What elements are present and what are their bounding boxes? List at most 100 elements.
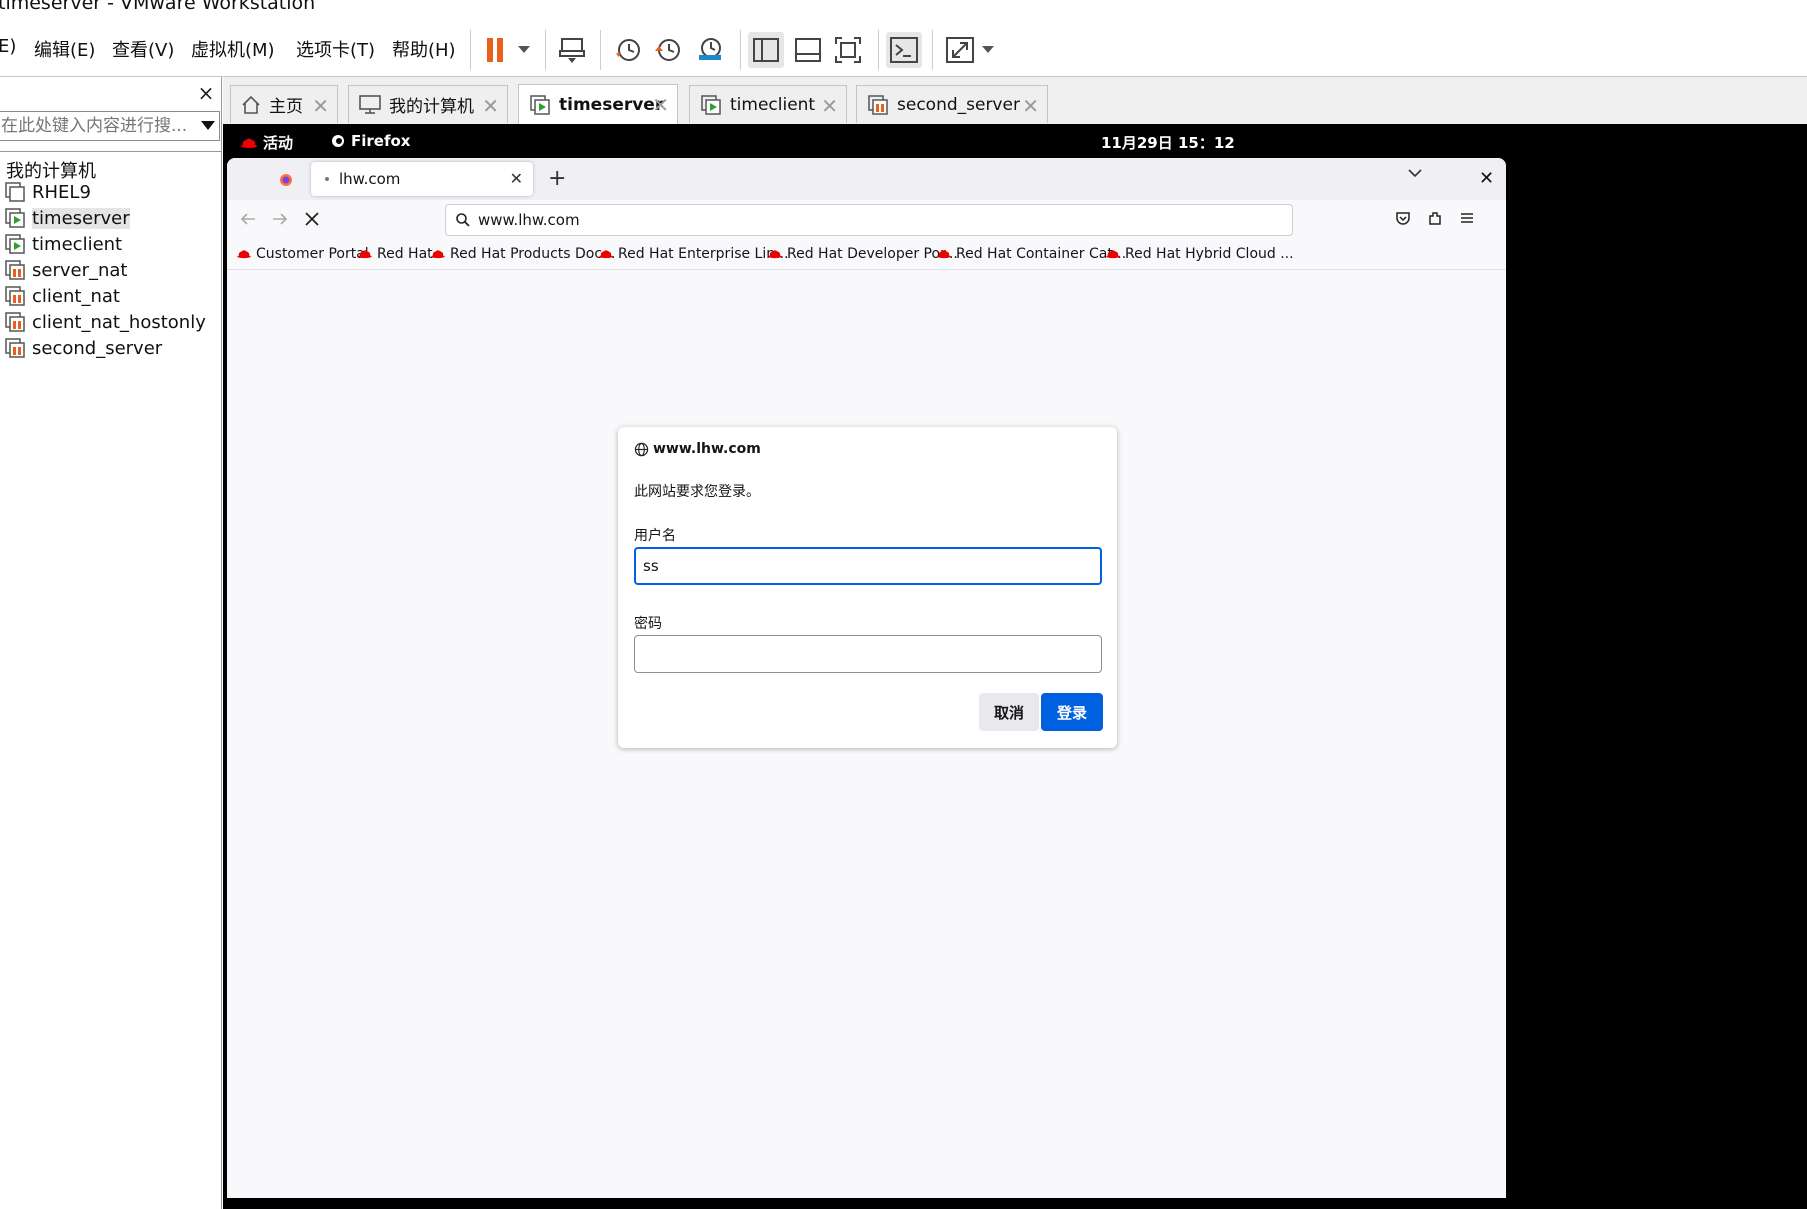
toolbar-separator <box>932 30 933 70</box>
bookmark-red-hat[interactable]: Red Hat <box>358 246 433 262</box>
loading-dot-icon <box>325 177 329 181</box>
vm-console[interactable]: 活动 Firefox 11月29日 15：12 lhw.com ✕ + ✕ ww… <box>223 124 1807 1209</box>
show-library-button[interactable] <box>748 32 784 68</box>
bookmark-products-doc[interactable]: Red Hat Products Doc... <box>431 246 615 262</box>
new-tab-button[interactable]: + <box>548 166 566 191</box>
clock[interactable]: 11月29日 15：12 <box>1101 132 1235 153</box>
browser-tab-title: lhw.com <box>339 170 401 188</box>
tab-label: timeclient <box>730 94 816 115</box>
tab-my-computer[interactable]: 我的计算机 ✕ <box>348 85 508 123</box>
auth-host-label: www.lhw.com <box>653 441 761 457</box>
show-library-icon <box>753 38 779 62</box>
close-tab-icon[interactable]: ✕ <box>652 93 669 117</box>
forward-arrow-icon[interactable] <box>271 210 289 228</box>
redhat-logo-icon <box>431 250 445 259</box>
power-dropdown-button[interactable] <box>506 32 542 68</box>
tab-timeclient[interactable]: timeclient ✕ <box>689 85 847 123</box>
vm-running-icon <box>701 94 721 115</box>
tree-item-second-server[interactable]: second_server <box>4 335 162 361</box>
tree-item-timeclient[interactable]: timeclient <box>4 231 122 257</box>
cancel-button[interactable]: 取消 <box>979 693 1039 731</box>
snapshot-manager-icon <box>699 38 721 60</box>
tree-item-timeserver[interactable]: timeserver <box>4 205 130 231</box>
close-window-button[interactable]: ✕ <box>1479 168 1494 189</box>
url-input[interactable] <box>478 210 1178 230</box>
redhat-logo-icon <box>358 250 372 259</box>
thumbnail-bar-button[interactable] <box>790 32 826 68</box>
full-screen-button[interactable] <box>830 32 866 68</box>
menu-view[interactable]: 查看(V) <box>112 36 174 62</box>
stop-loading-icon[interactable] <box>303 210 321 228</box>
revert-snapshot-button[interactable] <box>650 32 686 68</box>
vm-suspended-icon <box>5 286 25 306</box>
send-ctrl-alt-del-button[interactable] <box>554 32 590 68</box>
library-search[interactable] <box>0 111 220 141</box>
tree-item-label: client_nat <box>32 285 120 307</box>
close-library-button[interactable]: × <box>196 83 216 103</box>
bookmark-developer-portal[interactable]: Red Hat Developer Por... <box>768 246 958 262</box>
app-menu-firefox[interactable]: Firefox <box>331 132 410 150</box>
password-field[interactable] <box>634 635 1102 673</box>
firefox-view-icon[interactable] <box>279 173 293 187</box>
console-view-icon <box>890 37 918 63</box>
library-sidebar: × 我的计算机 RHEL9 timeserver timeclient serv… <box>0 77 222 1209</box>
toolbar-separator <box>545 30 546 70</box>
bookmark-label: Red Hat Hybrid Cloud ... <box>1125 246 1294 262</box>
close-tab-icon[interactable]: ✕ <box>510 169 523 188</box>
tree-item-client-nat[interactable]: client_nat <box>4 283 120 309</box>
chevron-down-icon[interactable] <box>201 121 215 131</box>
bookmark-customer-portal[interactable]: Customer Portal <box>237 246 369 262</box>
tab-label: 主页 <box>269 97 303 117</box>
bookmark-label: Red Hat Container Cat... <box>956 246 1127 262</box>
tree-item-server-nat[interactable]: server_nat <box>4 257 127 283</box>
extensions-icon[interactable] <box>1427 210 1443 226</box>
close-tab-icon[interactable]: ✕ <box>821 94 838 118</box>
stretch-dropdown-button[interactable] <box>972 32 1004 68</box>
snapshot-manager-button[interactable] <box>692 32 728 68</box>
bookmark-label: Red Hat Developer Por... <box>787 246 958 262</box>
list-all-tabs-icon[interactable] <box>1408 169 1422 178</box>
tab-home[interactable]: 主页 ✕ <box>230 85 338 123</box>
pocket-icon[interactable] <box>1395 210 1411 226</box>
hamburger-menu-icon[interactable] <box>1459 210 1475 226</box>
browser-tab-lhw[interactable]: lhw.com ✕ <box>311 162 533 196</box>
redhat-logo-icon <box>599 250 613 259</box>
login-button[interactable]: 登录 <box>1041 693 1103 731</box>
menu-edit[interactable]: 编辑(E) <box>34 36 95 62</box>
app-name: Firefox <box>351 132 411 150</box>
bookmark-label: Red Hat Enterprise Lin... <box>618 246 789 262</box>
snapshot-button[interactable] <box>610 32 646 68</box>
redhat-logo-icon <box>937 250 951 259</box>
pause-icon <box>487 38 503 62</box>
activities-button[interactable]: 活动 <box>241 132 293 153</box>
firefox-nav-bar <box>227 200 1506 240</box>
tree-item-label: timeserver <box>32 207 130 229</box>
globe-icon <box>634 442 649 456</box>
http-auth-dialog: www.lhw.com 此网站要求您登录。 用户名 密码 取消 登录 <box>618 427 1117 748</box>
console-view-button[interactable] <box>886 32 922 68</box>
revert-snapshot-icon <box>655 39 680 61</box>
menu-vm[interactable]: 虚拟机(M) <box>191 36 275 62</box>
back-arrow-icon[interactable] <box>239 210 257 228</box>
bookmark-hybrid-cloud[interactable]: Red Hat Hybrid Cloud ... <box>1106 246 1294 262</box>
close-tab-icon[interactable]: ✕ <box>482 94 499 118</box>
redhat-logo-icon <box>768 250 782 259</box>
tab-timeserver[interactable]: timeserver ✕ <box>518 84 678 124</box>
chevron-down-icon <box>518 46 530 53</box>
username-field[interactable] <box>634 547 1102 585</box>
library-search-input[interactable] <box>1 115 191 137</box>
tree-item-client-nat-hostonly[interactable]: client_nat_hostonly <box>4 309 206 335</box>
url-bar[interactable] <box>445 204 1293 236</box>
bookmark-enterprise-linux[interactable]: Red Hat Enterprise Lin... <box>599 246 788 262</box>
redhat-logo-icon <box>241 138 257 148</box>
tree-item-rhel9[interactable]: RHEL9 <box>4 179 91 205</box>
menu-tabs[interactable]: 选项卡(T) <box>296 36 375 62</box>
close-tab-icon[interactable]: ✕ <box>312 94 329 118</box>
close-tab-icon[interactable]: ✕ <box>1022 94 1039 118</box>
bookmarks-toolbar: Customer Portal Red Hat Red Hat Products… <box>227 240 1506 270</box>
menu-file[interactable]: E) <box>0 36 16 57</box>
bookmark-container-catalog[interactable]: Red Hat Container Cat... <box>937 246 1126 262</box>
toolbar-separator <box>470 30 471 70</box>
tab-second-server[interactable]: second_server ✕ <box>856 85 1048 123</box>
menu-help[interactable]: 帮助(H) <box>392 36 456 62</box>
